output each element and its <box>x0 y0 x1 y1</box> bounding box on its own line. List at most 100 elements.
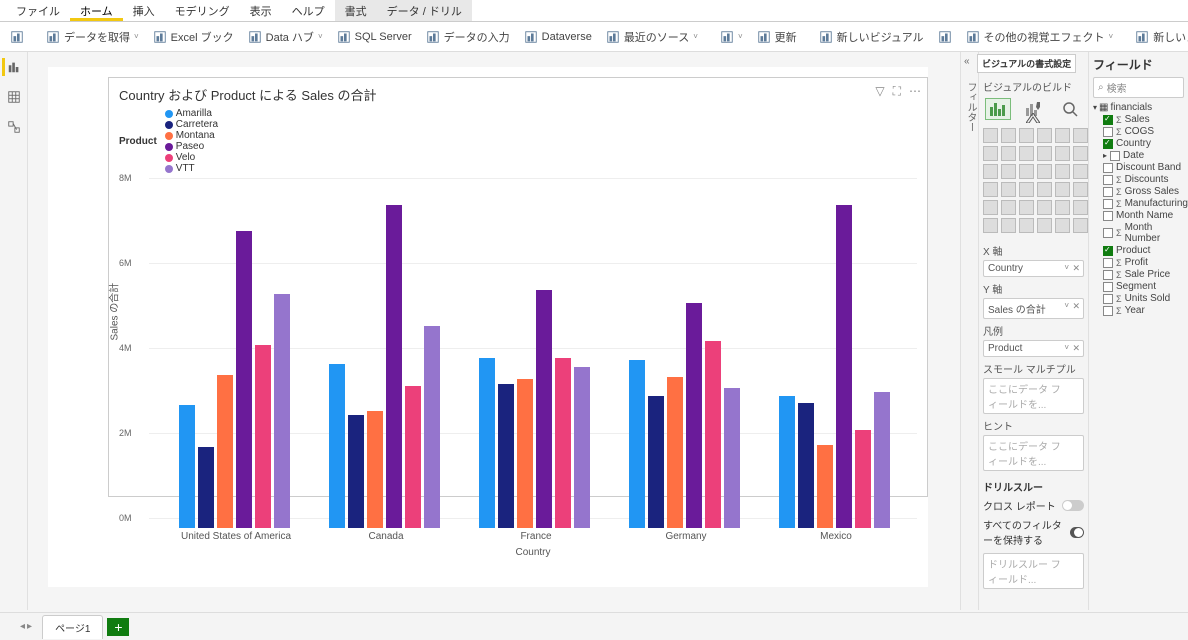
tooltip-well[interactable]: ここにデータ フィールドを... <box>983 435 1084 471</box>
bar[interactable] <box>405 386 421 528</box>
bar[interactable] <box>274 294 290 528</box>
bar[interactable] <box>479 358 495 528</box>
bar[interactable] <box>217 375 233 528</box>
bar[interactable] <box>686 303 702 528</box>
field-checkbox[interactable] <box>1103 294 1113 304</box>
field-date[interactable]: ▸Date <box>1093 150 1184 161</box>
viz-type-icon[interactable] <box>1037 200 1052 215</box>
ribbon-tab-データ / ドリル[interactable]: データ / ドリル <box>377 0 472 21</box>
bar[interactable] <box>424 326 440 528</box>
bar[interactable] <box>855 430 871 528</box>
viz-type-icon[interactable] <box>983 218 998 233</box>
viz-type-icon[interactable] <box>1001 128 1016 143</box>
dataverse-button[interactable]: Dataverse <box>518 27 598 47</box>
cross-report-toggle[interactable] <box>1062 500 1084 511</box>
remove-icon[interactable]: ✕ <box>1072 263 1080 274</box>
viz-type-icon[interactable] <box>983 200 998 215</box>
viz-type-icon[interactable] <box>1073 146 1088 161</box>
keep-filters-toggle[interactable] <box>1070 527 1084 538</box>
viz-type-icon[interactable] <box>1019 128 1034 143</box>
field-checkbox[interactable] <box>1103 163 1113 173</box>
viz-type-icon[interactable] <box>983 164 998 179</box>
field-country[interactable]: Country <box>1093 138 1184 149</box>
legend-item[interactable]: Amarilla <box>165 108 218 119</box>
bar[interactable] <box>817 445 833 528</box>
field-discount-band[interactable]: Discount Band <box>1093 162 1184 173</box>
viz-type-icon[interactable] <box>1019 200 1034 215</box>
y-axis-well[interactable]: Sales の合計˅✕ <box>983 298 1084 319</box>
viz-type-icon[interactable] <box>1037 182 1052 197</box>
field-sales[interactable]: ΣSales <box>1093 114 1184 125</box>
bar[interactable] <box>629 360 645 528</box>
field-gross-sales[interactable]: ΣGross Sales <box>1093 186 1184 197</box>
field-month-name[interactable]: Month Name <box>1093 210 1184 221</box>
viz-type-icon[interactable] <box>1055 182 1070 197</box>
bar[interactable] <box>779 396 795 528</box>
legend-item[interactable]: Paseo <box>165 141 218 152</box>
x-axis-well[interactable]: Country˅✕ <box>983 260 1084 277</box>
datahub-button[interactable]: Data ハブ˅ <box>242 26 329 48</box>
viz-type-icon[interactable] <box>1055 218 1070 233</box>
page-tab[interactable]: ページ1 <box>42 615 103 639</box>
field-checkbox[interactable] <box>1103 199 1113 209</box>
field-units-sold[interactable]: ΣUnits Sold <box>1093 293 1184 304</box>
textbox-button[interactable] <box>932 27 958 47</box>
report-view-icon[interactable] <box>2 58 22 76</box>
fields-search-input[interactable]: ⌕ 検索 <box>1093 77 1184 98</box>
clustered-column-chart[interactable]: ▽ ⛶ ⋯ Country および Product による Sales の合計 … <box>108 77 928 497</box>
viz-type-icon[interactable] <box>1019 164 1034 179</box>
model-view-icon[interactable] <box>4 118 24 136</box>
legend-well[interactable]: Product˅✕ <box>983 340 1084 357</box>
new-measure-button[interactable]: 新しいメジャー <box>1129 26 1188 48</box>
ribbon-tab-ホーム[interactable]: ホーム <box>70 0 123 21</box>
analytics-tab-icon[interactable] <box>1057 98 1083 120</box>
transform-button[interactable]: ˅ <box>714 27 749 47</box>
bar[interactable] <box>705 341 721 528</box>
refresh-button[interactable]: 更新 <box>751 26 803 48</box>
report-canvas[interactable]: ▽ ⛶ ⋯ Country および Product による Sales の合計 … <box>48 67 928 587</box>
excel-button[interactable]: Excel ブック <box>147 26 240 48</box>
field-checkbox[interactable] <box>1103 175 1113 185</box>
bar[interactable] <box>179 405 195 528</box>
field-checkbox[interactable] <box>1103 246 1113 256</box>
viz-type-icon[interactable] <box>1055 200 1070 215</box>
bar[interactable] <box>329 364 345 528</box>
page-prev-icon[interactable]: ◂ <box>20 621 25 632</box>
sql-button[interactable]: SQL Server <box>331 27 418 47</box>
viz-type-icon[interactable] <box>1055 164 1070 179</box>
ribbon-tab-挿入[interactable]: 挿入 <box>123 0 165 21</box>
bar[interactable] <box>386 205 402 528</box>
more-visuals-button[interactable]: その他の視覚エフェクト˅ <box>960 26 1120 48</box>
viz-type-icon[interactable] <box>1037 164 1052 179</box>
bar[interactable] <box>874 392 890 528</box>
bar[interactable] <box>236 231 252 529</box>
viz-type-icon[interactable] <box>1001 146 1016 161</box>
focus-mode-icon[interactable]: ⛶ <box>893 84 901 99</box>
filters-pane-collapsed[interactable]: « フィルター <box>960 52 978 610</box>
bar[interactable] <box>198 447 214 528</box>
field-checkbox[interactable] <box>1110 151 1120 161</box>
bar[interactable] <box>555 358 571 528</box>
more-options-icon[interactable]: ⋯ <box>909 84 921 99</box>
filter-icon[interactable]: ▽ <box>875 84 884 99</box>
remove-icon[interactable]: ✕ <box>1072 301 1080 312</box>
enter-data-button[interactable]: データの入力 <box>420 26 516 48</box>
chevron-left-icon[interactable]: « <box>964 56 970 67</box>
bar[interactable] <box>348 415 364 528</box>
bar[interactable] <box>836 205 852 528</box>
field-checkbox[interactable] <box>1103 115 1113 125</box>
bar[interactable] <box>498 384 514 529</box>
field-segment[interactable]: Segment <box>1093 281 1184 292</box>
field-checkbox[interactable] <box>1103 139 1113 149</box>
ribbon-tab-ファイル[interactable]: ファイル <box>6 0 70 21</box>
ribbon-tab-書式[interactable]: 書式 <box>335 0 377 21</box>
table-node[interactable]: ▾ ▦ financials <box>1093 102 1184 113</box>
ribbon-tab-表示[interactable]: 表示 <box>240 0 282 21</box>
viz-type-icon[interactable] <box>1073 164 1088 179</box>
viz-type-icon[interactable] <box>1037 128 1052 143</box>
field-checkbox[interactable] <box>1103 282 1113 292</box>
field-profit[interactable]: ΣProfit <box>1093 257 1184 268</box>
field-year[interactable]: ΣYear <box>1093 305 1184 316</box>
field-checkbox[interactable] <box>1103 187 1113 197</box>
viz-type-icon[interactable] <box>1019 182 1034 197</box>
